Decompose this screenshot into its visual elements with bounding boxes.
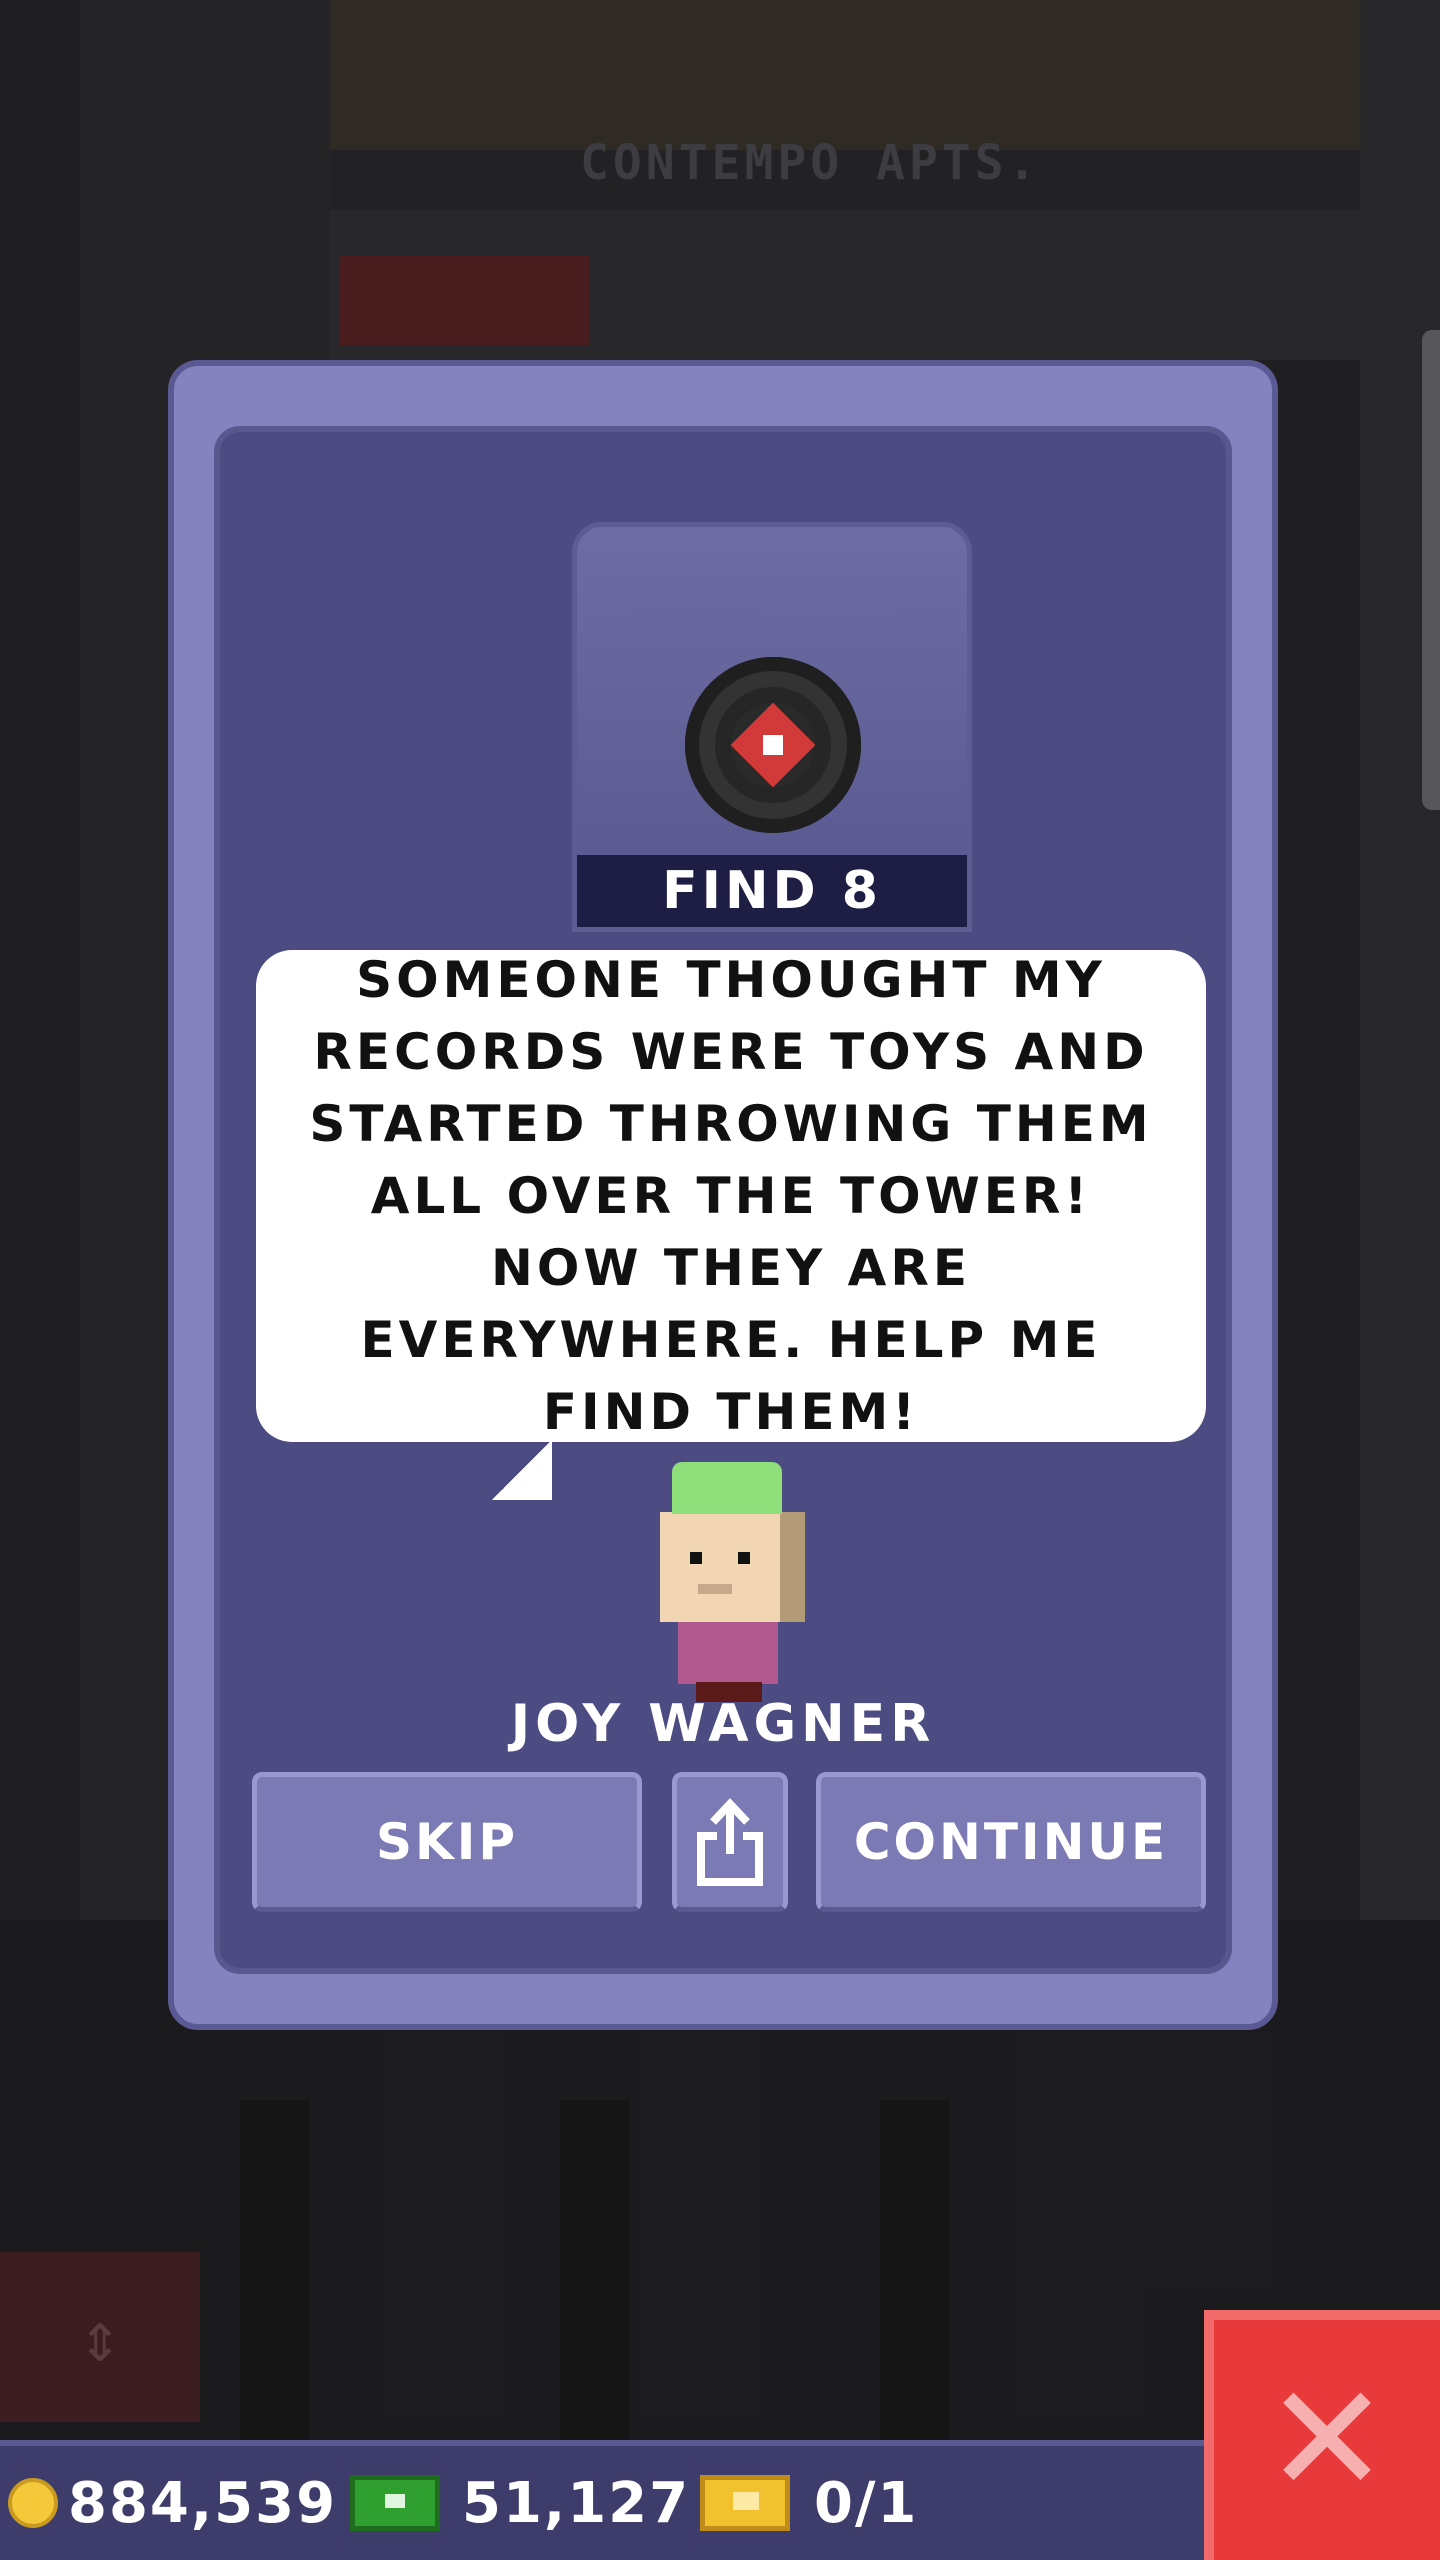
character-name: JOY WAGNER bbox=[510, 1694, 936, 1754]
ticket-icon bbox=[700, 2475, 790, 2531]
coin-icon bbox=[8, 2478, 58, 2528]
close-button[interactable]: ✕ bbox=[1204, 2310, 1440, 2560]
vinyl-record-icon bbox=[685, 657, 861, 833]
quest-message: SOMEONE THOUGHT MY RECORDS WERE TOYS AND… bbox=[309, 951, 1153, 1441]
character-eye bbox=[738, 1552, 750, 1564]
character-mouth bbox=[698, 1584, 732, 1594]
game-screen: CONTEMPO APTS. ⇕ FIND 8 SOMEONE THOUGHT … bbox=[0, 0, 1440, 2560]
close-icon: ✕ bbox=[1264, 2353, 1390, 2527]
quest-panel: FIND 8 SOMEONE THOUGHT MY RECORDS WERE T… bbox=[214, 426, 1232, 1974]
continue-button[interactable]: CONTINUE bbox=[816, 1772, 1206, 1912]
speech-bubble: SOMEONE THOUGHT MY RECORDS WERE TOYS AND… bbox=[256, 950, 1206, 1442]
coins-value: 884,539 bbox=[68, 2470, 338, 2536]
speech-bubble-tail bbox=[492, 1440, 552, 1500]
quest-dialog: FIND 8 SOMEONE THOUGHT MY RECORDS WERE T… bbox=[168, 360, 1278, 2030]
character-eye bbox=[690, 1552, 702, 1564]
quest-item-card: FIND 8 bbox=[572, 522, 972, 932]
find-count-label: FIND 8 bbox=[577, 855, 967, 927]
character-head bbox=[660, 1512, 780, 1622]
bux-icon bbox=[350, 2475, 440, 2531]
bux-stat: 51,127 bbox=[350, 2446, 690, 2560]
tickets-value: 0/1 bbox=[814, 2470, 919, 2536]
coins-stat: 884,539 bbox=[8, 2446, 337, 2560]
bux-value: 51,127 bbox=[462, 2470, 691, 2536]
share-button[interactable] bbox=[672, 1772, 788, 1912]
record-hole bbox=[763, 735, 783, 755]
character-hat bbox=[672, 1462, 782, 1514]
character-body bbox=[678, 1622, 778, 1684]
character-avatar bbox=[660, 1462, 810, 1702]
share-icon bbox=[697, 1798, 763, 1886]
skip-button[interactable]: SKIP bbox=[252, 1772, 642, 1912]
tickets-stat: 0/1 bbox=[700, 2446, 918, 2560]
